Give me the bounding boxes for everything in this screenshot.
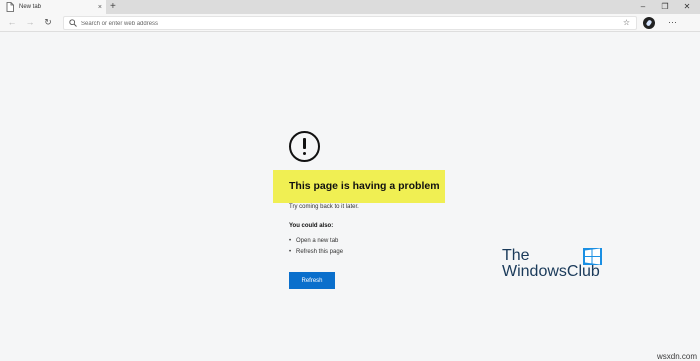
suggestions-list: • Open a new tab • Refresh this page <box>289 236 343 258</box>
list-item: • Refresh this page <box>289 249 344 255</box>
refresh-button[interactable]: Refresh <box>289 272 335 289</box>
search-icon <box>69 19 77 27</box>
forward-button[interactable]: → <box>24 16 36 29</box>
page-icon <box>6 2 14 12</box>
address-bar[interactable]: ☆ <box>63 16 637 30</box>
error-title: This page is having a problem <box>289 180 440 192</box>
back-button[interactable]: ← <box>6 16 18 29</box>
tab-close-icon[interactable]: × <box>98 4 102 11</box>
navigation-bar: ← → ↻ ☆ ··· <box>0 14 700 32</box>
error-subtitle: Try coming back to it later. <box>289 204 359 210</box>
windows-logo-icon <box>583 248 602 265</box>
tab-strip: New tab × + – ❐ ✕ <box>0 0 700 14</box>
logo-line-2: WindowsClub <box>502 263 600 280</box>
error-icon <box>289 131 320 162</box>
favorite-star-icon[interactable]: ☆ <box>623 17 630 29</box>
list-item: • Open a new tab <box>289 238 339 244</box>
address-input[interactable] <box>81 18 601 29</box>
minimize-button[interactable]: – <box>632 0 654 14</box>
logo-line-1: The <box>502 247 530 264</box>
reload-button[interactable]: ↻ <box>42 16 54 29</box>
tab-new-tab[interactable]: New tab × <box>0 0 106 14</box>
new-tab-button[interactable]: + <box>110 1 116 13</box>
menu-icon[interactable]: ··· <box>668 16 677 29</box>
suggestions-heading: You could also: <box>289 223 334 229</box>
restore-button[interactable]: ❐ <box>654 0 676 14</box>
tab-title: New tab <box>19 4 42 10</box>
extension-icon[interactable] <box>643 17 655 29</box>
close-window-button[interactable]: ✕ <box>676 0 698 14</box>
window-controls: – ❐ ✕ <box>632 0 698 14</box>
watermark: wsxdn.com <box>656 352 697 361</box>
